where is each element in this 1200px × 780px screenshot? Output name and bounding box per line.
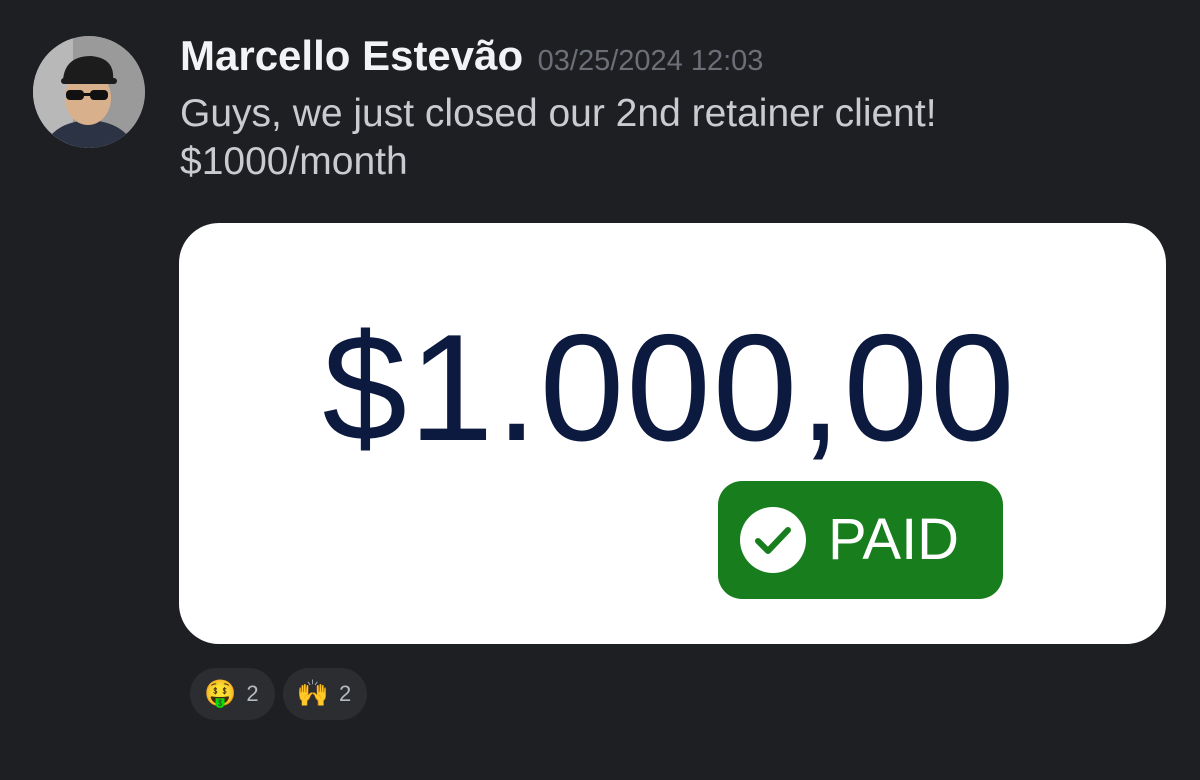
message-line-2: $1000/month [180,140,408,183]
message-text: Guys, we just closed our 2nd retainer cl… [180,90,1140,186]
message-line-1: Guys, we just closed our 2nd retainer cl… [180,92,937,135]
payment-amount: $1.000,00 [322,303,1017,473]
message-header: Marcello Estevão 03/25/2024 12:03 [180,32,763,80]
check-circle-icon [740,507,806,573]
reaction-count: 2 [246,681,259,706]
reaction-count: 2 [339,681,352,706]
reaction-money-mouth[interactable]: 🤑 2 [190,668,275,720]
reaction-raising-hands[interactable]: 🙌 2 [282,668,368,720]
reactions-bar: 🤑 2 🙌 2 [190,668,368,720]
user-avatar-image [33,36,145,148]
money-mouth-face-icon: 🤑 [204,679,237,709]
paid-label: PAID [828,507,960,572]
author-name[interactable]: Marcello Estevão [180,32,523,79]
message-timestamp: 03/25/2024 12:03 [537,45,764,77]
avatar[interactable] [33,36,145,148]
paid-badge: PAID [718,481,1003,599]
image-attachment[interactable]: $1.000,00 PAID [179,223,1166,644]
raising-hands-icon: 🙌 [296,679,329,709]
